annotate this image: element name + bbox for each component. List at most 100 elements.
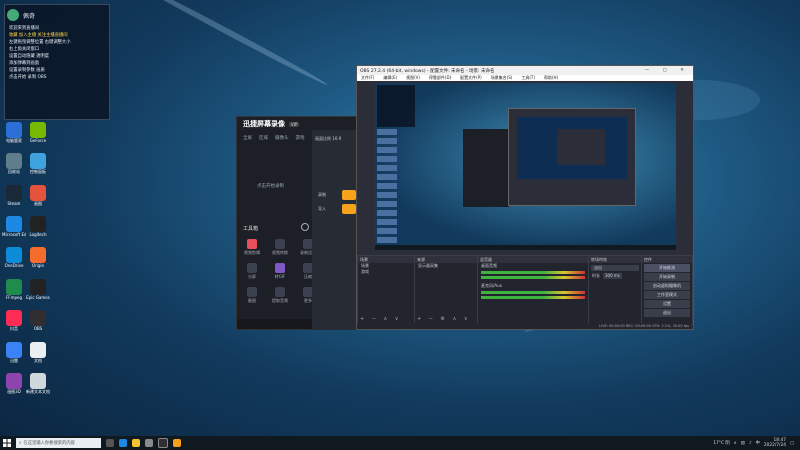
app-icon: [30, 373, 46, 389]
record-button[interactable]: [342, 190, 356, 200]
sources-dock: 来源 显示器采集 + − ⚙ ∧ ∨: [414, 255, 478, 325]
desktop-icon-label: Epic Games: [26, 295, 50, 300]
preview-recorder-mirror: [463, 129, 509, 207]
clock-date: 2022/7/24: [763, 443, 786, 448]
desktop-icon[interactable]: Microsoft Edge: [2, 216, 26, 237]
chevron-up-icon[interactable]: ∧: [734, 441, 737, 446]
desktop-icon[interactable]: 电脑管家: [2, 122, 26, 143]
menu-edit[interactable]: 编辑(E): [383, 75, 397, 81]
network-icon[interactable]: ▤: [741, 441, 745, 446]
chat-overlay[interactable]: 佩奇 欢迎来到直播间 收藏 加入主播 关注主播直播间 左键拖曳调整位置 右键调整…: [4, 4, 110, 120]
desktop-icon[interactable]: Logitech: [26, 216, 50, 237]
desktop-icon[interactable]: GeForce: [26, 122, 50, 143]
tool-label: 提取音频: [272, 298, 288, 303]
tool-audio[interactable]: 提取音频: [267, 287, 293, 304]
notification-icon[interactable]: ▢: [790, 441, 794, 446]
desktop-icon-label: Origin: [31, 263, 45, 268]
desktop-icon[interactable]: Epic Games: [26, 279, 50, 300]
convert-icon: [275, 239, 285, 249]
chat-line: 添加弹幕到画面: [9, 61, 40, 66]
tool-screenshot[interactable]: 截图: [239, 287, 265, 304]
desktop-icon[interactable]: Steam: [2, 185, 26, 206]
transitions-dock: 转场特效 淡出 时长 300 ms: [588, 255, 642, 325]
tab-fullscreen[interactable]: 全屏: [243, 135, 252, 141]
transition-select[interactable]: 淡出: [591, 265, 639, 271]
weather-text[interactable]: 17°C 阴: [713, 440, 729, 446]
menu-docks[interactable]: 停靠部件(D): [429, 75, 451, 81]
edge-icon[interactable]: [119, 439, 127, 447]
tool-video-edit[interactable]: 视频剪辑: [239, 239, 265, 256]
start-button[interactable]: [0, 436, 14, 450]
taskbar-search[interactable]: ⌕ 在这里输入你要搜索的内容: [16, 438, 101, 448]
desktop-icon[interactable]: 文档: [26, 342, 50, 363]
desktop-icon[interactable]: Origin: [26, 247, 50, 268]
obs-window[interactable]: OBS 27.2.4 (64-bit, windows) - 配置文件: 未命名…: [356, 65, 694, 330]
app-icon: [30, 153, 46, 169]
desktop-icon[interactable]: 画图3D: [2, 373, 26, 394]
source-item[interactable]: 显示器采集: [415, 263, 477, 269]
desktop-icon-label: 新建文本文档: [26, 389, 50, 394]
menu-tools[interactable]: 工具(T): [521, 75, 535, 81]
vip-badge[interactable]: VIP: [289, 121, 300, 127]
desktop-icon[interactable]: 回收站: [2, 153, 26, 174]
controls-header: 控件: [642, 256, 692, 263]
preview-obs-mirror-inner2: [557, 129, 605, 165]
scene-item[interactable]: 游戏: [358, 269, 414, 275]
menu-view[interactable]: 视图(V): [406, 75, 420, 81]
recorder-icon[interactable]: [173, 439, 181, 447]
menu-help[interactable]: 帮助(H): [544, 75, 558, 81]
desktop-icon[interactable]: 新建文本文档: [26, 373, 50, 394]
tool-gif[interactable]: 转GIF: [267, 263, 293, 280]
tab-region[interactable]: 区域: [259, 135, 268, 141]
task-view-icon[interactable]: [106, 439, 114, 447]
app-icon: [30, 279, 46, 295]
obs-title: OBS 27.2.4 (64-bit, windows) - 配置文件: 未命名…: [360, 68, 495, 74]
desktop-icon[interactable]: 抖音: [2, 310, 26, 331]
tool-split[interactable]: 分屏: [239, 263, 265, 280]
search-placeholder: 在这里输入你要搜索的内容: [23, 441, 75, 446]
desktop-icon[interactable]: 画图: [26, 185, 50, 206]
menu-profile[interactable]: 配置文件(P): [460, 75, 482, 81]
mixer-channel: 桌面音频: [481, 263, 497, 268]
toolbox-info-icon[interactable]: [301, 223, 309, 231]
chat-line: 左键拖曳调整位置 右键调整大小: [9, 40, 71, 45]
tab-camera[interactable]: 摄像头: [275, 135, 289, 141]
tool-convert[interactable]: 视频转换: [267, 239, 293, 256]
obs-icon[interactable]: [158, 438, 168, 448]
desktop-icon[interactable]: OBS: [26, 310, 50, 331]
volume-icon[interactable]: ♪: [749, 441, 752, 446]
desktop-icon[interactable]: 迅雷: [2, 342, 26, 363]
clock[interactable]: 18:47 2022/7/24: [764, 438, 786, 448]
app-icon: [6, 279, 22, 295]
chat-line: 点击开始 录制 OBS: [9, 75, 47, 80]
obs-preview[interactable]: [375, 83, 676, 250]
desktop-icon-label: 文档: [34, 358, 42, 363]
menu-scene-collection[interactable]: 场景集合(S): [491, 75, 513, 81]
start-streaming-button[interactable]: 开始推流: [644, 264, 690, 272]
desktop-icon[interactable]: 控制面板: [26, 153, 50, 174]
settings-button[interactable]: 设置: [644, 300, 690, 308]
start-recording-button[interactable]: 开始录制: [644, 273, 690, 281]
tool-label: 视频剪辑: [244, 250, 260, 255]
store-icon[interactable]: [145, 439, 153, 447]
tab-game[interactable]: 游戏: [296, 135, 305, 141]
desktop-icon[interactable]: OneDrive: [2, 247, 26, 268]
ime-indicator[interactable]: 中: [756, 440, 760, 446]
transition-duration-row: 时长 300 ms: [589, 273, 641, 279]
duration-input[interactable]: 300 ms: [603, 273, 622, 279]
virtual-camera-button[interactable]: 启动虚拟摄像机: [644, 282, 690, 290]
menu-file[interactable]: 文件(F): [361, 75, 374, 81]
window-controls[interactable]: — ▢ ✕: [645, 68, 690, 73]
desktop-icon[interactable]: FFmpeg: [2, 279, 26, 300]
chat-line: 欢迎来到直播间: [9, 26, 40, 31]
studio-mode-button[interactable]: 工作室模式: [644, 291, 690, 299]
exit-button[interactable]: 退出: [644, 309, 690, 317]
scenes-dock: 场景 场景 游戏 + − ∧ ∨: [357, 255, 415, 325]
desktop-icon-label: 抖音: [10, 326, 18, 331]
mixer-dock: 混音器 桌面音频 麦克风/Aux: [477, 255, 589, 325]
system-tray: 17°C 阴 ∧ ▤ ♪ 中 18:47 2022/7/24 ▢: [713, 438, 800, 448]
toolbox-title: 工具箱: [243, 226, 259, 232]
preview-obs-mirror: [508, 108, 636, 206]
import-button[interactable]: [342, 204, 356, 214]
file-explorer-icon[interactable]: [132, 439, 140, 447]
